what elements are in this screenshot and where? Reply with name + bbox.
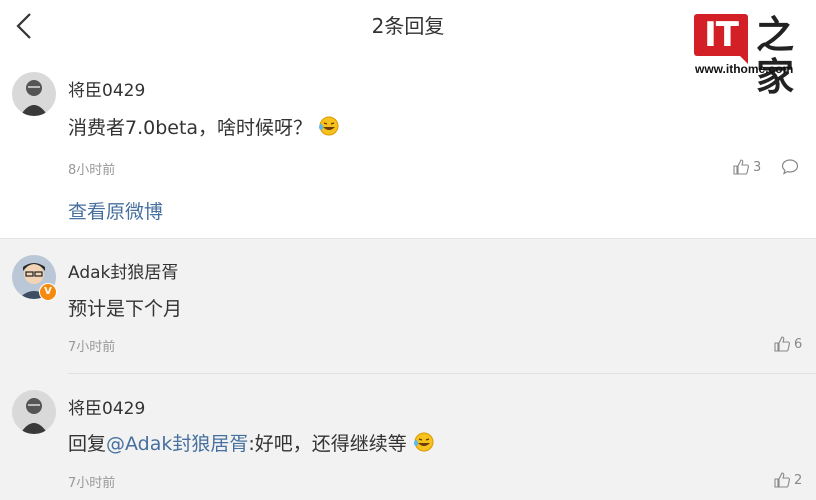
like-count: 2 (794, 472, 803, 488)
reply-text: 预计是下个月 (68, 298, 183, 320)
verified-badge-icon: V (39, 283, 57, 301)
like-button[interactable]: 6 (774, 336, 802, 352)
avatar-image-icon (12, 390, 56, 434)
ithome-logo-chars: 之家 (756, 12, 795, 99)
avatar-image-icon (12, 72, 56, 116)
like-count: 6 (794, 336, 803, 352)
reply-author[interactable]: Adak封狼居胥 (68, 258, 178, 283)
avatar[interactable] (12, 72, 56, 116)
thumbs-up-icon (774, 472, 790, 488)
laughing-tears-emoji-icon (413, 432, 434, 452)
reply-author[interactable]: 将臣0429 (68, 394, 145, 419)
comment-text: 消费者7.0beta，啥时候呀？ (68, 113, 340, 140)
thumbs-up-icon (733, 159, 749, 175)
reply-divider (68, 373, 816, 374)
mention-link[interactable]: @Adak封狼居胥 (106, 433, 248, 455)
ithome-logo-icon: IT (694, 14, 748, 56)
comment-time: 8小时前 (68, 163, 116, 178)
watermark-url: www.ithome.com (695, 62, 794, 76)
like-button[interactable]: 3 (733, 159, 761, 175)
like-button[interactable]: 2 (774, 472, 802, 488)
reply-time: 7小时前 (68, 340, 116, 355)
thumbs-up-icon (774, 336, 790, 352)
comment-author[interactable]: 将臣0429 (68, 76, 145, 101)
comment-bubble-icon[interactable] (781, 158, 799, 176)
reply-time: 7小时前 (68, 476, 116, 491)
laughing-tears-emoji-icon (319, 116, 339, 136)
reply-text: 回复@Adak封狼居胥:好吧，还得继续等 (68, 429, 435, 456)
like-count: 3 (753, 159, 762, 175)
avatar[interactable] (12, 390, 56, 434)
view-original-weibo-link[interactable]: 查看原微博 (68, 197, 163, 224)
